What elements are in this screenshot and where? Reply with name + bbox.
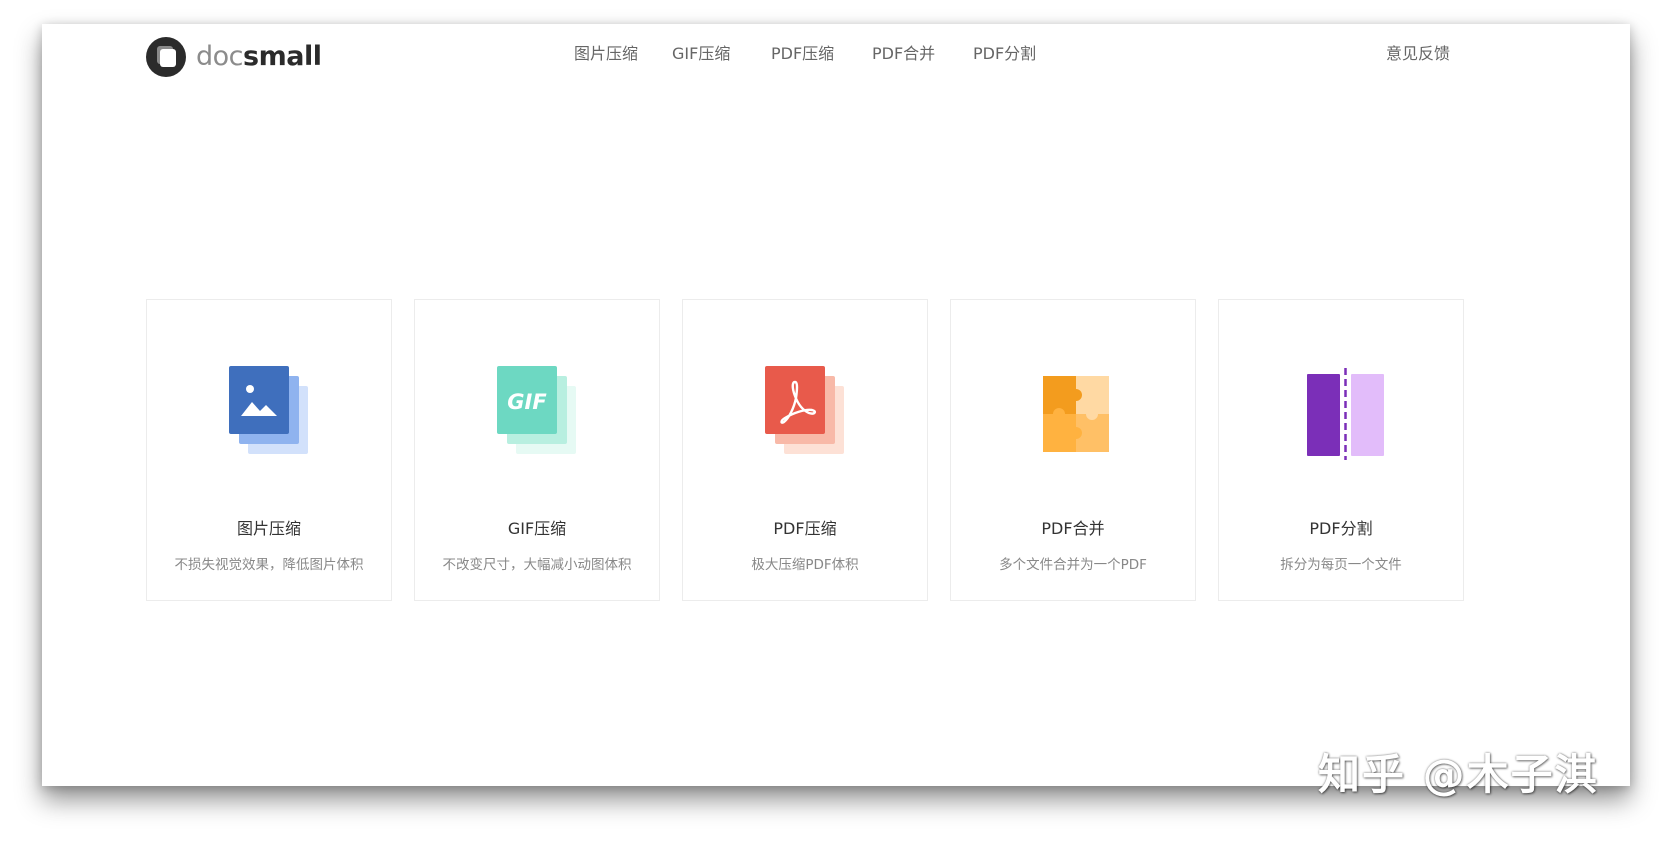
- nav-item-gif-compress[interactable]: GIF压缩: [672, 42, 730, 66]
- svg-text:GIF: GIF: [507, 390, 547, 414]
- nav-item-pdf-merge[interactable]: PDF合并: [872, 42, 935, 66]
- site-header: docsmall 图片压缩 GIF压缩 PDF压缩 PDF合并 PDF分割 意见…: [42, 24, 1630, 94]
- pdf-compress-icon: [765, 366, 844, 454]
- tool-card-image-compress[interactable]: 图片压缩 不损失视觉效果，降低图片体积: [146, 299, 392, 601]
- feedback-link[interactable]: 意见反馈: [1386, 42, 1450, 66]
- tool-card-pdf-merge[interactable]: PDF合并 多个文件合并为一个PDF: [950, 299, 1196, 601]
- pdf-split-icon: [1307, 368, 1384, 460]
- card-description: 极大压缩PDF体积: [751, 557, 859, 573]
- gif-compress-icon: GIF: [497, 366, 576, 454]
- browser-window: docsmall 图片压缩 GIF压缩 PDF压缩 PDF合并 PDF分割 意见…: [42, 24, 1630, 786]
- card-title: 图片压缩: [236, 519, 301, 538]
- tool-card-pdf-split[interactable]: PDF分割 拆分为每页一个文件: [1218, 299, 1464, 601]
- card-description: 不损失视觉效果，降低图片体积: [174, 557, 364, 573]
- nav-item-pdf-compress[interactable]: PDF压缩: [771, 42, 834, 66]
- nav-item-image-compress[interactable]: 图片压缩: [574, 42, 638, 66]
- tool-card-pdf-compress[interactable]: PDF压缩 极大压缩PDF体积: [682, 299, 928, 601]
- card-title: PDF合并: [1041, 519, 1105, 538]
- card-title: PDF压缩: [773, 519, 837, 538]
- card-description: 多个文件合并为一个PDF: [999, 557, 1147, 573]
- pdf-merge-icon: [1043, 376, 1109, 452]
- zhihu-watermark: 知乎 @木子淇: [1318, 750, 1599, 799]
- nav-item-pdf-split[interactable]: PDF分割: [973, 42, 1036, 66]
- tool-card-gif-compress[interactable]: GIF GIF压缩 不改变尺寸，大幅减小动图体积: [414, 299, 660, 601]
- card-title: GIF压缩: [507, 519, 567, 538]
- card-description: 不改变尺寸，大幅减小动图体积: [442, 557, 632, 573]
- card-title: PDF分割: [1309, 519, 1373, 538]
- image-compress-icon: [229, 366, 308, 454]
- card-description: 拆分为每页一个文件: [1280, 557, 1402, 573]
